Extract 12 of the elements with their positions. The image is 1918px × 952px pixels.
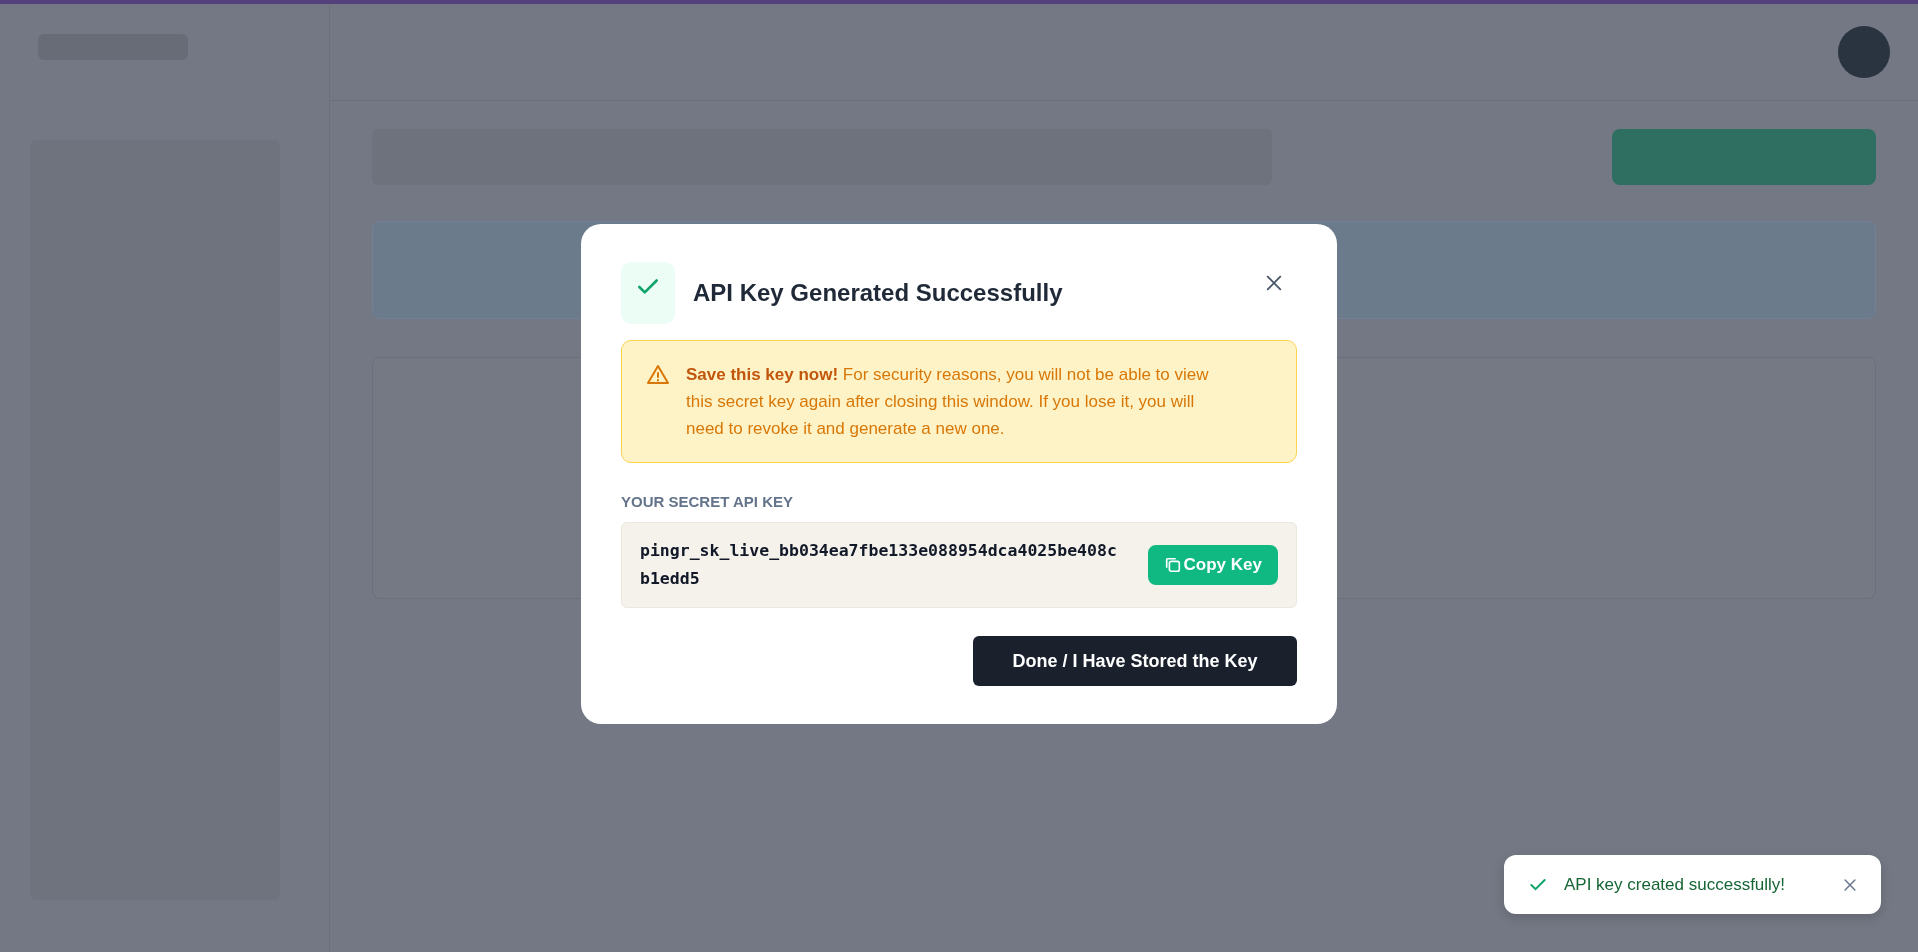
api-key-value: pingr_sk_live_bb034ea7fbe133e088954dca4025be408cb1edd5 [640, 540, 1118, 590]
warning-message: Save this key now! For security reasons, you will not be able to view this secret key again after closing this window. If you lose it, you will need to revoke it and generate a new one. [686, 364, 1210, 440]
close-icon[interactable] [1843, 877, 1857, 892]
done-button[interactable]: Done / I Have Stored the Key [973, 636, 1297, 686]
copy-icon [1163, 556, 1182, 574]
warning-icon [646, 363, 670, 387]
dialog-title: API Key Generated Successfully [693, 279, 1064, 307]
toast-message: API key created successfully! [1564, 874, 1787, 895]
check-icon [621, 262, 675, 324]
avatar[interactable] [1838, 26, 1890, 78]
close-icon[interactable] [1265, 274, 1283, 292]
key-label: YOUR SECRET API KEY [621, 493, 794, 510]
